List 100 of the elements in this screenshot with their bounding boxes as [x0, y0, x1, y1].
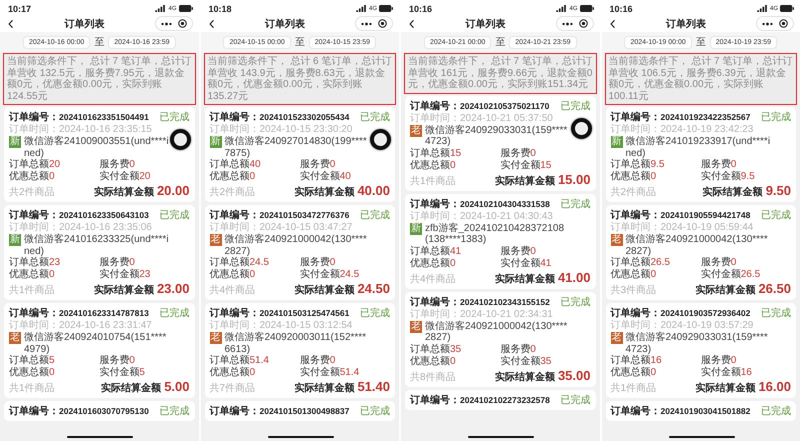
- amount-label: 服务费: [500, 246, 530, 258]
- order-number-label: 订单编号：: [610, 110, 660, 124]
- amount-value: 40: [250, 159, 261, 171]
- close-target-icon[interactable]: [178, 19, 186, 28]
- order-time: 订单时间：2024-10-15 03:12:54: [210, 320, 354, 332]
- customer-tag: 老: [210, 332, 222, 344]
- amount-label: 服务费: [99, 355, 130, 366]
- order-card[interactable]: 订单编号：2024101905594421748 已完成 订单时间：2024-10-19 05:59:44 老 微信游客240921000042(130****2827) 订单总额26.5 服务费0 优惠总额0 实付金额26.5 共3件商品 实际结算金额 26.50: [606, 205, 796, 300]
- amount-value: 26.5: [650, 257, 670, 269]
- item-count: 共4件商品: [410, 272, 456, 286]
- date-separator: 至: [294, 36, 305, 49]
- page-title: 订单列表: [64, 18, 104, 30]
- amount-value: 24.5: [250, 257, 269, 269]
- item-count: 共2件商品: [610, 186, 656, 199]
- amount-label: 优惠总额: [9, 171, 49, 183]
- battery-icon: [379, 5, 393, 12]
- customer-name: 微信游客240924010754(151****4979): [24, 332, 168, 354]
- order-card[interactable]: 订单编号：2024101903572936402 已完成 订单时间：2024-10-19 03:57:29 老 微信游客240929033031(159****4723) 订单总额16 服务费0 优惠总额0 实付金额16 共1件商品 实际结算金额 16.00: [606, 303, 796, 398]
- amount-label: 优惠总额: [410, 160, 450, 172]
- order-time: 订单时间：2024-10-16 23:35:06: [9, 222, 153, 234]
- settlement-label: 实际结算金额: [94, 283, 154, 297]
- customer-name: 微信游客241016233325(und****ined): [24, 234, 170, 256]
- order-status: 已完成: [360, 208, 390, 222]
- order-card[interactable]: 订单编号：2024102104304331538 已完成 订单时间：2024-10-21 04:30:43 新 zfb游客_202410210428372108(138****1383) 订单总额41 服务费0 优惠总额0 实付金额41 共4件商品 实际结算金额 41.00: [405, 194, 596, 288]
- order-card[interactable]: 订单编号：2024101623351504491 已完成 订单时间：2024-10-16 23:35:15 新 微信游客241009003551(und****ined) 订单总额20 服务费0 优惠总额0 实付金额20 共2件商品 实际结算金额 20.00: [4, 107, 194, 202]
- amount-label: 服务费: [500, 344, 530, 356]
- amount-value: 9.5: [650, 159, 664, 171]
- order-number: 2024101501300498837: [260, 406, 350, 416]
- status-time: 10:17: [8, 4, 32, 14]
- order-card[interactable]: 订单编号：2024101501300498837 已完成: [204, 401, 395, 421]
- item-count: 共7件商品: [210, 382, 256, 395]
- order-card[interactable]: 订单编号：2024101523302055434 已完成 订单时间：2024-10-15 23:30:20 新 微信游客240927014830(199****7875) 订单总额40 服务费0 优惠总额0 实付金额40 共2件商品 实际结算金额 40.00: [204, 107, 395, 202]
- signal-icon: [556, 5, 568, 12]
- customer-tag: 新: [9, 234, 21, 246]
- order-card[interactable]: 订单编号：2024101503125474561 已完成 订单时间：2024-10-15 03:12:54 老 微信游客240920003011(152****6613) 订单总额51.4 服务费0 优惠总额0 实付金额51.4 共7件商品 实际结算金额 51.40: [204, 303, 395, 398]
- close-target-icon[interactable]: [779, 19, 788, 28]
- amount-label: 订单总额: [410, 344, 450, 356]
- amount-value: 0: [49, 171, 55, 183]
- amount-value: 15: [450, 148, 462, 160]
- signal-icon: [356, 5, 367, 12]
- battery-icon: [178, 5, 192, 12]
- more-icon[interactable]: [562, 22, 572, 26]
- order-status: 已完成: [360, 306, 390, 320]
- order-number: 2024101523302055434: [260, 112, 350, 122]
- amount-label: 实付金额: [300, 269, 340, 281]
- back-icon[interactable]: [8, 18, 14, 28]
- customer-name: 微信游客240927014830(199****7875): [224, 136, 368, 158]
- amount-value: 35: [450, 344, 462, 356]
- status-time: 10:18: [208, 4, 232, 14]
- back-icon[interactable]: [409, 18, 415, 28]
- amount-label: 优惠总额: [610, 171, 650, 183]
- settlement-amount: 23.00: [156, 281, 190, 296]
- close-target-icon[interactable]: [578, 19, 588, 28]
- amount-label: 实付金额: [500, 356, 540, 368]
- order-status: 已完成: [761, 110, 791, 124]
- settlement-label: 实际结算金额: [294, 381, 354, 395]
- settlement-amount: 15.00: [558, 172, 590, 186]
- amount-value: 20: [139, 171, 150, 183]
- amount-label: 服务费: [700, 355, 731, 366]
- more-icon[interactable]: [361, 22, 372, 26]
- amount-value: 0: [49, 269, 55, 281]
- order-number: 2024102102273232578: [460, 394, 550, 404]
- more-icon[interactable]: [160, 22, 172, 26]
- amount-value: 0: [650, 367, 656, 379]
- order-status: 已完成: [160, 208, 190, 222]
- status-time: 10:16: [610, 4, 633, 14]
- order-number: 2024101623350643103: [59, 210, 149, 220]
- floating-button[interactable]: [570, 118, 592, 138]
- order-number: 2024101923422352567: [660, 112, 750, 122]
- floating-button[interactable]: [170, 129, 190, 150]
- amount-value: 0: [730, 159, 736, 170]
- amount-label: 实付金额: [99, 269, 140, 281]
- order-time: 订单时间：2024-10-16 23:35:15: [9, 124, 153, 136]
- order-card[interactable]: 订单编号：2024101923422352567 已完成 订单时间：2024-10-19 23:42:23 新 微信游客241019233917(und****ined) 订单总额9.5 服务费0 优惠总额0 实付金额9.5 共2件商品 实际结算金额 9.50: [606, 107, 796, 202]
- amount-label: 优惠总额: [9, 269, 49, 281]
- amount-label: 订单总额: [210, 355, 250, 366]
- order-card[interactable]: 订单编号：2024102102273232578 已完成: [405, 390, 596, 410]
- item-count: 共1件商品: [610, 382, 656, 395]
- order-card[interactable]: 订单编号：2024102105375021170 已完成 订单时间：2024-10-21 05:37:50 老 微信游客240929033031(159****4723) 订单总额15 服务费0 优惠总额0 实付金额15 共1件商品 实际结算金额 15.00: [405, 96, 596, 190]
- close-target-icon[interactable]: [378, 19, 387, 28]
- order-card[interactable]: 订单编号：2024101623314787813 已完成 订单时间：2024-10-16 23:31:47 老 微信游客240924010754(151****4979) 订单总额5 服务费0 优惠总额0 实付金额5 共1件商品 实际结算金额 5.00: [4, 303, 194, 398]
- amount-label: 订单总额: [9, 257, 49, 268]
- order-status: 已完成: [761, 404, 791, 418]
- order-card[interactable]: 订单编号：2024101503472776376 已完成 订单时间：2024-10-15 03:47:27 老 微信游客240921000042(130****2827) 订单总额24.5 服务费0 优惠总额0 实付金额24.5 共4件商品 实际结算金额 24.50: [204, 205, 395, 300]
- order-card[interactable]: 订单编号：2024101623350643103 已完成 订单时间：2024-10-16 23:35:06 新 微信游客241016233325(und****ined) 订单总额23 服务费0 优惠总额0 实付金额23 共1件商品 实际结算金额 23.00: [4, 205, 194, 300]
- order-number: 2024102102343155152: [460, 296, 550, 306]
- customer-tag: 新: [210, 136, 222, 148]
- home-indicator: [468, 436, 534, 438]
- back-icon[interactable]: [610, 18, 616, 28]
- order-card[interactable]: 订单编号：2024101903041501882 已完成: [606, 401, 796, 421]
- order-time: 订单时间：2024-10-21 05:37:50: [410, 112, 554, 124]
- order-card[interactable]: 订单编号：2024101603070795130 已完成: [4, 401, 194, 421]
- back-icon[interactable]: [208, 18, 214, 28]
- order-card[interactable]: 订单编号：2024102102343155152 已完成 订单时间：2024-10-21 02:34:31 老 微信游客240921000042(130****2827) 订单总额35 服务费0 优惠总额0 实付金额35 共8件商品 实际结算金额 35.00: [405, 292, 596, 386]
- amount-label: 服务费: [700, 159, 731, 170]
- amount-label: 订单总额: [9, 355, 49, 366]
- amount-value: 16: [650, 355, 662, 367]
- more-icon[interactable]: [762, 22, 773, 26]
- order-number: 2024101623351504491: [59, 112, 149, 122]
- floating-button[interactable]: [370, 129, 391, 150]
